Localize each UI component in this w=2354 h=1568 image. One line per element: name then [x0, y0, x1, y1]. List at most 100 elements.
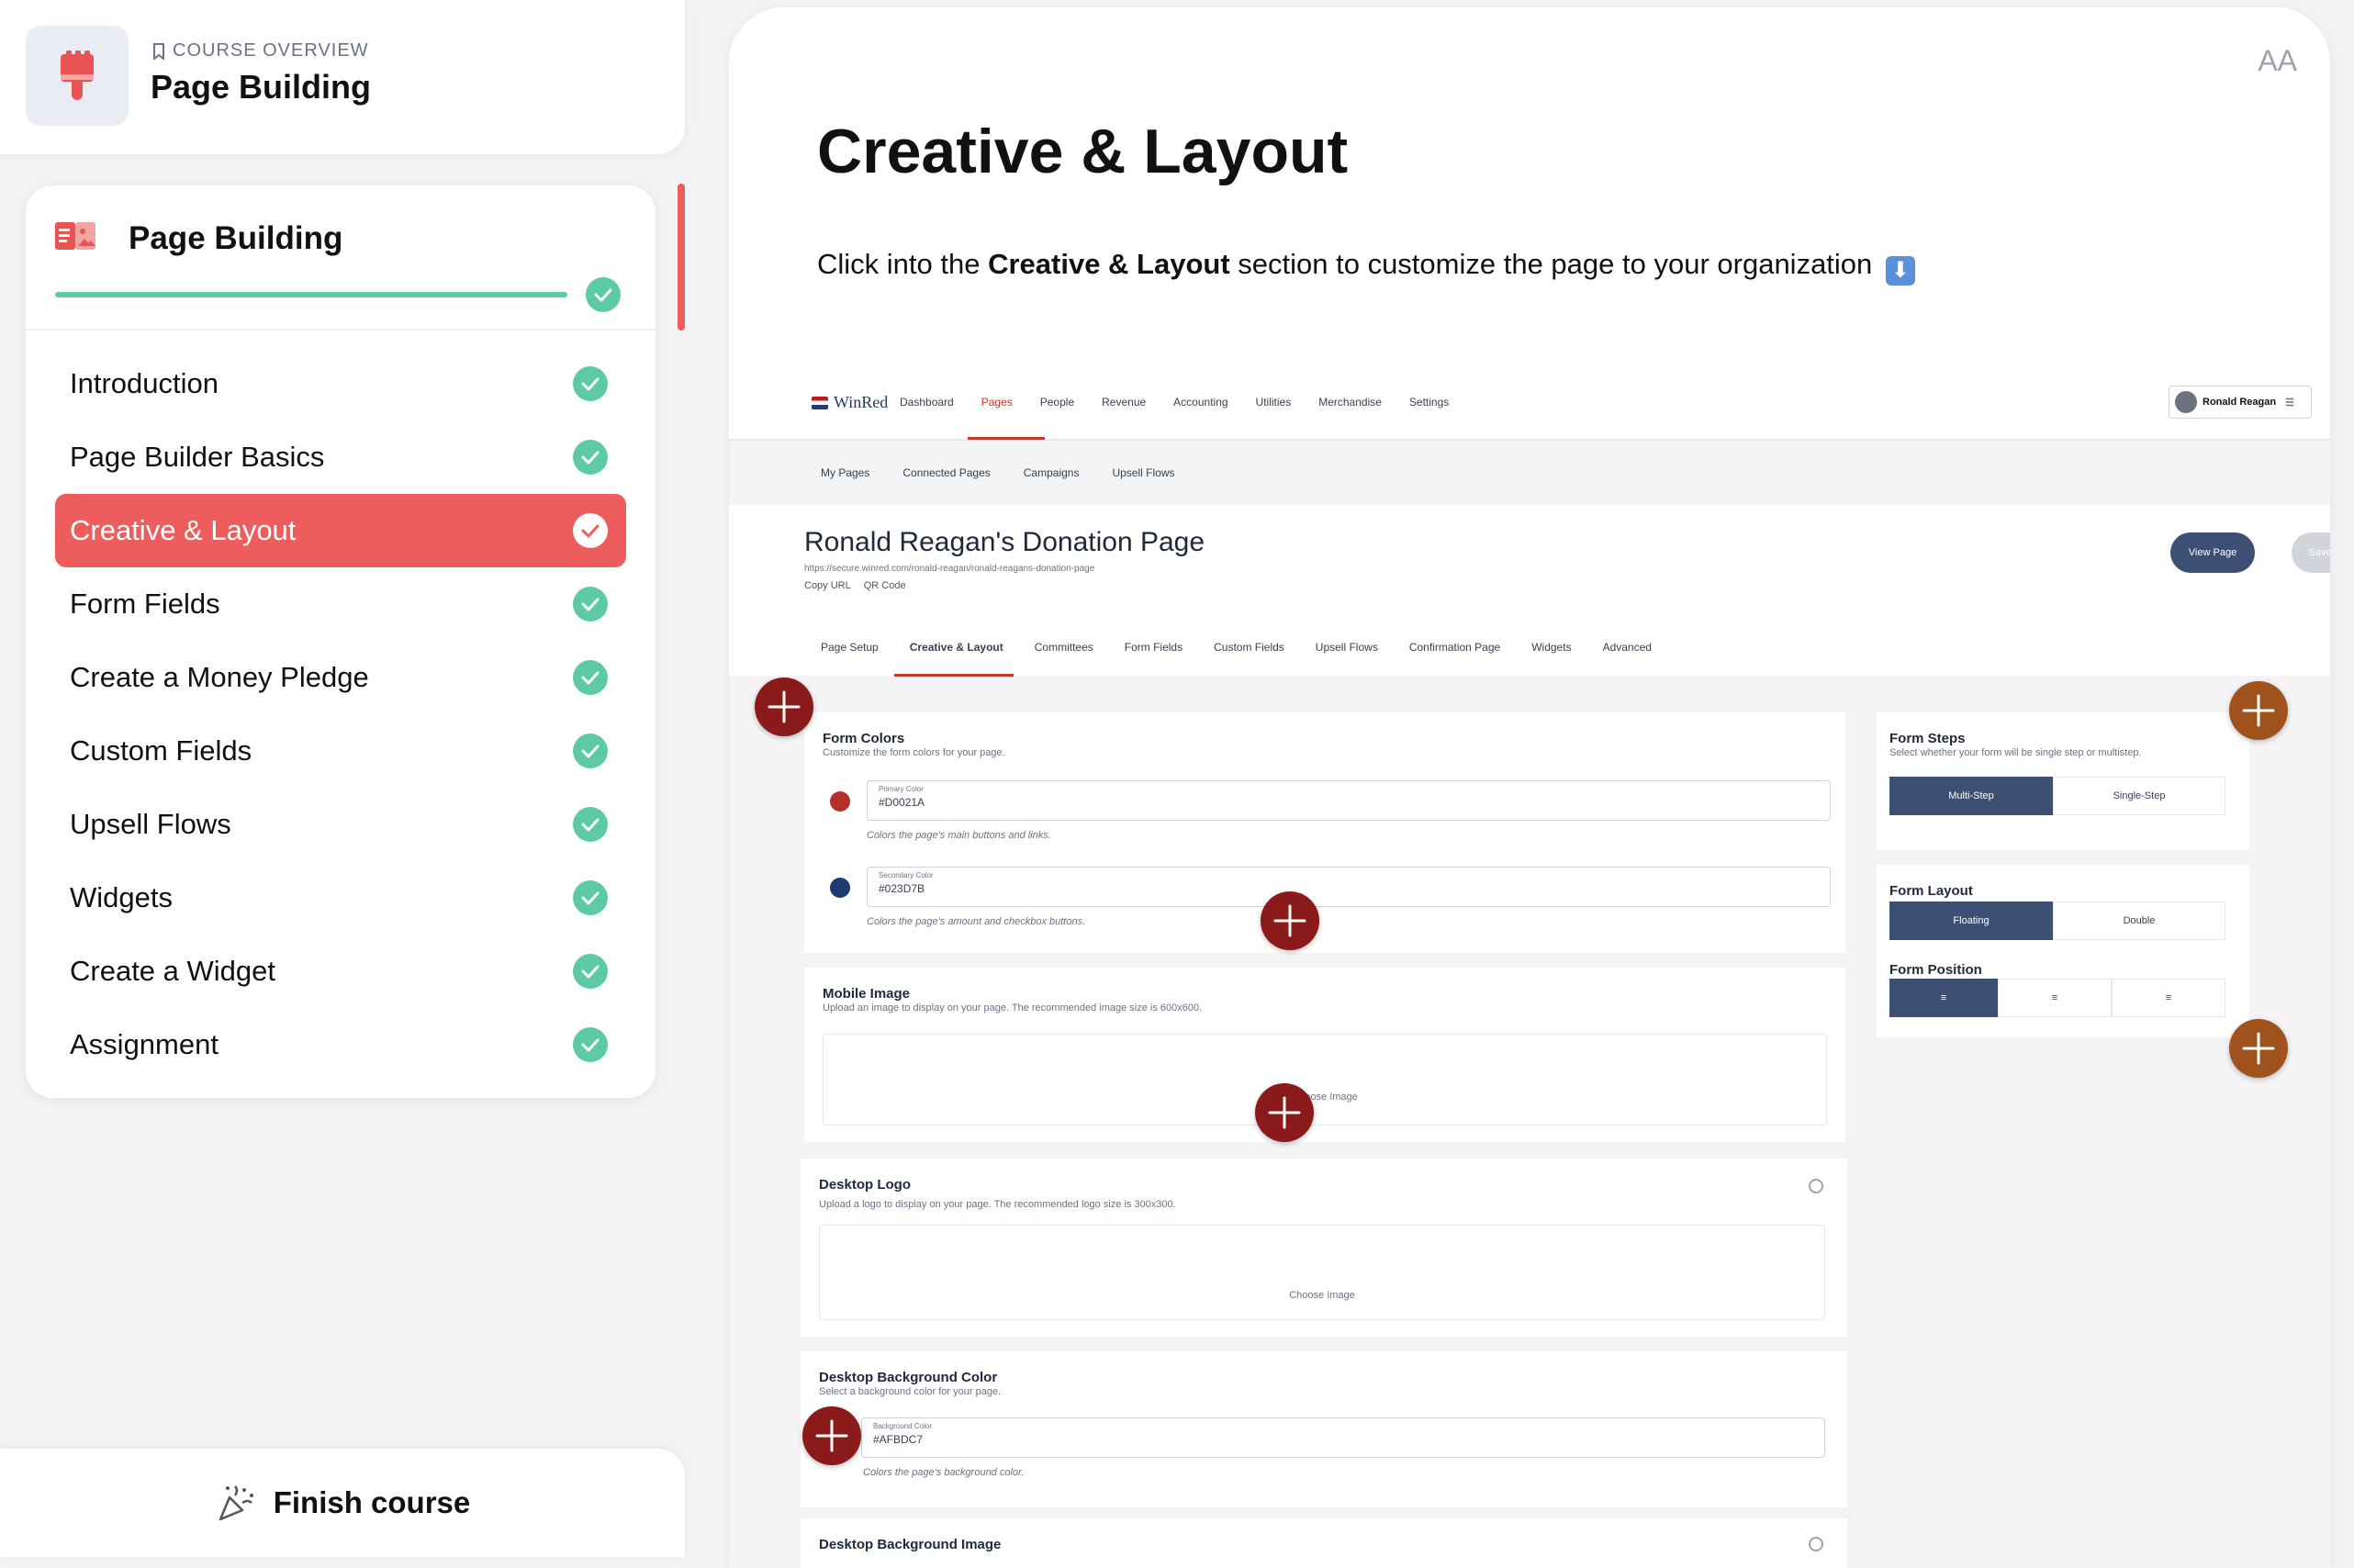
- form-steps-toggle: Multi-Step Single-Step: [1889, 777, 2225, 815]
- flag-icon: [812, 396, 828, 409]
- tab-confirmation-page: Confirmation Page: [1408, 641, 1501, 654]
- lesson-item-create-widget[interactable]: Create a Widget: [55, 935, 626, 1008]
- lesson-label: Introduction: [70, 367, 219, 399]
- check-circle-icon: [586, 277, 621, 312]
- tab-active-underline: [894, 674, 1014, 677]
- primary-color-swatch: [830, 791, 850, 812]
- lesson-item-form-fields[interactable]: Form Fields: [55, 567, 626, 641]
- lesson-label: Custom Fields: [70, 734, 252, 767]
- check-circle-icon: [573, 880, 608, 915]
- lesson-item-money-pledge[interactable]: Create a Money Pledge: [55, 641, 626, 714]
- form-colors-desc: Customize the form colors for your page.: [823, 747, 1005, 758]
- save-button: Save: [2292, 532, 2330, 573]
- check-circle-icon: [573, 513, 608, 548]
- form-steps-card: Form Steps Select whether your form will…: [1877, 712, 2249, 850]
- lesson-label: Create a Money Pledge: [70, 661, 369, 693]
- form-steps-title: Form Steps: [1889, 731, 1966, 746]
- lesson-item-widgets[interactable]: Widgets: [55, 861, 626, 935]
- course-overview-link[interactable]: COURSE OVERVIEW: [152, 40, 369, 62]
- scroll-indicator[interactable]: [678, 184, 685, 330]
- nav-accounting: Accounting: [1173, 396, 1228, 409]
- nav-revenue: Revenue: [1102, 396, 1147, 409]
- secondary-color-swatch: [830, 878, 850, 898]
- instruction-text: Click into the: [817, 248, 989, 280]
- lesson-item-page-builder-basics[interactable]: Page Builder Basics: [55, 420, 626, 494]
- subnav-connected-pages: Connected Pages: [902, 466, 991, 479]
- mobile-image-card: Mobile Image Upload an image to display …: [804, 968, 1845, 1142]
- gear-icon: [1809, 1537, 1823, 1551]
- check-circle-icon: [573, 366, 608, 401]
- hotspot-form-colors[interactable]: [755, 678, 813, 736]
- lesson-item-assignment[interactable]: Assignment: [55, 1008, 626, 1081]
- paint-brush-icon: [26, 26, 129, 126]
- winred-logo: WinRed: [812, 393, 888, 412]
- lesson-content-panel: AA Creative & Layout Click into the Crea…: [729, 7, 2330, 1568]
- lesson-card-title: Page Building: [129, 220, 343, 256]
- finish-course-button[interactable]: Finish course: [0, 1449, 685, 1557]
- form-layout-toggle: Floating Double: [1889, 902, 2225, 940]
- mobile-image-dropzone: Choose Image: [823, 1034, 1827, 1126]
- lesson-label: Form Fields: [70, 588, 220, 620]
- course-progress-fill: [55, 292, 567, 297]
- bg-color-label: Background Color: [873, 1422, 933, 1430]
- form-position-toggle: ≡ ≡ ≡: [1889, 979, 2225, 1017]
- lesson-instruction: Click into the Creative & Layout section…: [817, 248, 1915, 286]
- form-position-title: Form Position: [1889, 962, 1982, 978]
- check-circle-icon: [573, 440, 608, 475]
- hotspot-desktop-logo[interactable]: [1255, 1083, 1314, 1142]
- view-page-button: View Page: [2170, 532, 2255, 573]
- form-colors-title: Form Colors: [823, 731, 905, 746]
- lesson-label: Assignment: [70, 1028, 219, 1060]
- desktop-bg-color-card: Desktop Background Color Select a backgr…: [801, 1351, 1847, 1507]
- lesson-item-custom-fields[interactable]: Custom Fields: [55, 714, 626, 788]
- tab-advanced: Advanced: [1602, 641, 1652, 654]
- desktop-bg-image-title: Desktop Background Image: [819, 1537, 1002, 1552]
- hotspot-mobile-image[interactable]: [1261, 891, 1319, 950]
- primary-color-label: Primary Color: [879, 785, 924, 793]
- winred-nav-items: Dashboard Pages People Revenue Accountin…: [900, 396, 1449, 409]
- multi-step-option: Multi-Step: [1889, 777, 2053, 815]
- font-size-toggle-icon[interactable]: AA: [2258, 44, 2297, 78]
- donation-page-title: Ronald Reagan's Donation Page: [804, 527, 1205, 557]
- check-circle-icon: [573, 807, 608, 842]
- user-menu: Ronald Reagan ☰: [2169, 386, 2312, 419]
- tab-custom-fields: Custom Fields: [1214, 641, 1284, 654]
- hotspot-form-steps[interactable]: [2229, 681, 2288, 740]
- desktop-bg-color-desc: Select a background color for your page.: [819, 1386, 1002, 1397]
- subnav-my-pages: My Pages: [821, 466, 870, 479]
- instruction-bold: Creative & Layout: [988, 248, 1230, 280]
- lesson-list-card: Page Building Introduction Page Builder …: [26, 185, 656, 1098]
- lesson-label: Widgets: [70, 881, 173, 913]
- desktop-bg-image-card: Desktop Background Image: [801, 1518, 1847, 1568]
- bookmark-icon: [153, 42, 164, 60]
- party-popper-icon: [219, 1485, 253, 1521]
- hotspot-form-position[interactable]: [2229, 1019, 2288, 1078]
- winred-screenshot: WinRed Dashboard Pages People Revenue Ac…: [729, 365, 2330, 1568]
- align-left-icon: ≡: [1889, 979, 1998, 1017]
- winred-page-tabs: Page Setup Creative & Layout Committees …: [821, 641, 1652, 654]
- plus-icon: [1273, 904, 1306, 937]
- single-step-option: Single-Step: [2053, 777, 2225, 815]
- document-image-icon: [55, 220, 97, 258]
- form-colors-card: Form Colors Customize the form colors fo…: [804, 712, 1845, 953]
- subnav-campaigns: Campaigns: [1023, 466, 1080, 479]
- qr-code-link: QR Code: [863, 580, 906, 591]
- desktop-logo-desc: Upload a logo to display on your page. T…: [819, 1199, 1176, 1210]
- lesson-item-introduction[interactable]: Introduction: [55, 347, 626, 420]
- user-name: Ronald Reagan: [2203, 397, 2277, 408]
- lesson-item-upsell-flows[interactable]: Upsell Flows: [55, 788, 626, 861]
- donation-page-url: https://secure.winred.com/ronald-reagan/…: [804, 564, 1095, 574]
- double-option: Double: [2053, 902, 2225, 940]
- avatar: [2175, 391, 2197, 413]
- finish-course-label: Finish course: [273, 1485, 471, 1519]
- url-actions: Copy URL QR Code: [804, 580, 906, 591]
- nav-pages: Pages: [981, 396, 1013, 409]
- winred-page-header: Ronald Reagan's Donation Page https://se…: [729, 505, 2330, 676]
- secondary-color-hint: Colors the page's amount and checkbox bu…: [867, 916, 1086, 927]
- hotspot-desktop-bg-color[interactable]: [802, 1406, 861, 1465]
- check-circle-icon: [573, 1027, 608, 1062]
- desktop-logo-title: Desktop Logo: [819, 1177, 911, 1193]
- lesson-item-creative-layout[interactable]: Creative & Layout: [55, 494, 626, 567]
- gear-icon: [1809, 1179, 1823, 1193]
- copy-url-link: Copy URL: [804, 580, 851, 591]
